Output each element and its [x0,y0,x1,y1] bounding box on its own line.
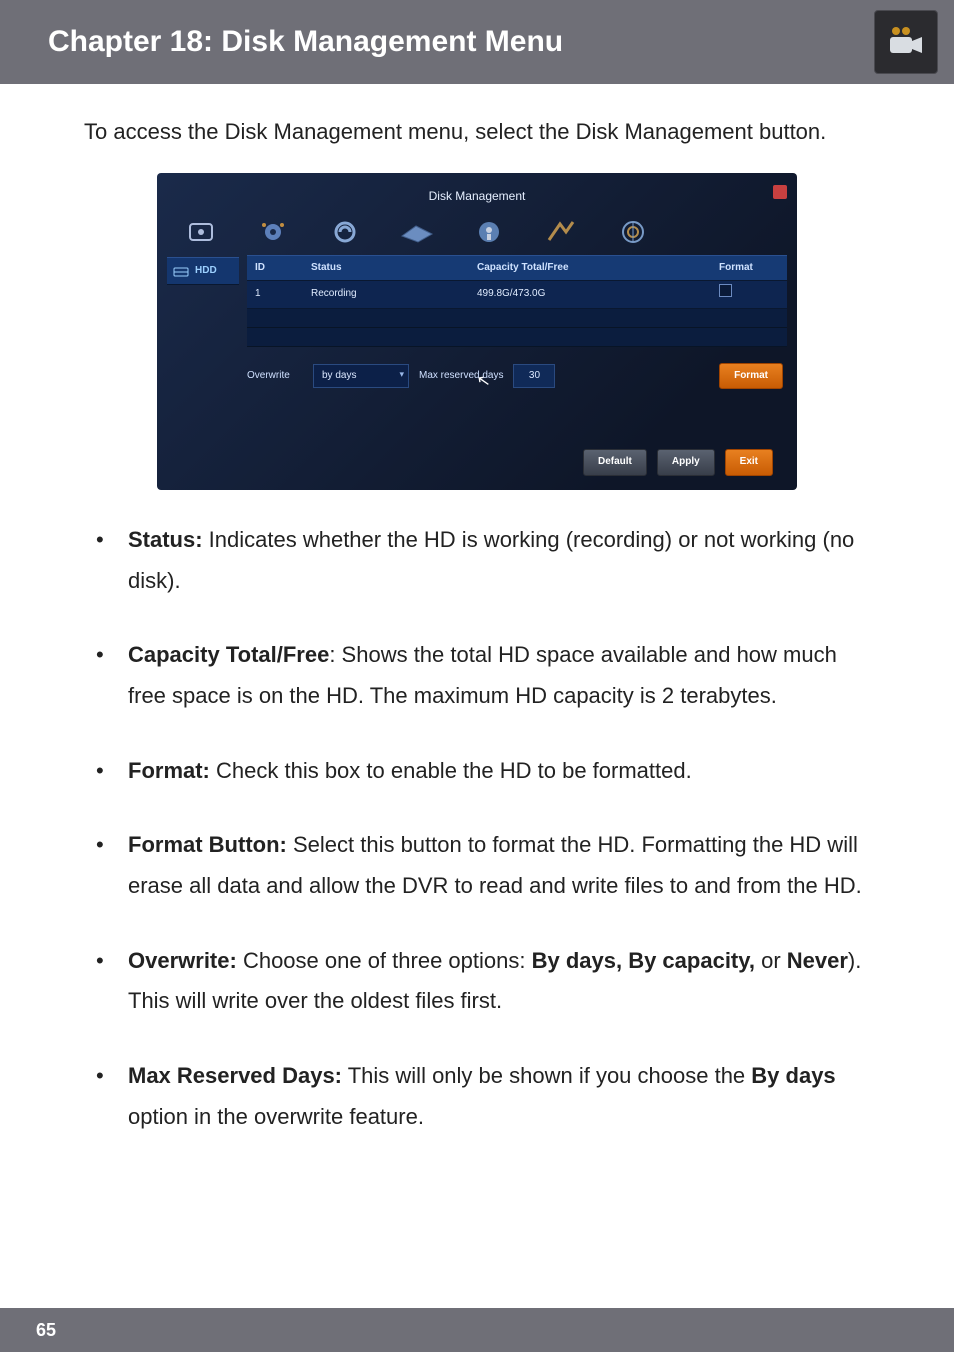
max-reserved-by-days: By days [751,1063,835,1088]
format-button[interactable]: Format [719,363,783,390]
overwrite-select[interactable]: by days [313,364,409,389]
settings-tab-row [157,215,797,255]
dialog-footer: Default Apply Exit [247,439,787,476]
tab-users-icon[interactable] [615,219,651,245]
default-button[interactable]: Default [583,449,647,476]
col-capacity: Capacity Total/Free [469,255,711,281]
col-id: ID [247,255,303,281]
overwrite-label: Overwrite [247,367,303,386]
exit-button[interactable]: Exit [725,449,773,476]
capacity-label: Capacity Total/Free [128,642,329,667]
close-icon[interactable] [773,185,787,199]
checkbox-icon[interactable] [719,284,732,297]
overwrite-never: Never [787,948,848,973]
table-header-row: ID Status Capacity Total/Free Format [247,255,787,281]
list-item-capacity: Capacity Total/Free: Shows the total HD … [84,635,870,716]
hdd-table: ID Status Capacity Total/Free Format 1 R… [247,255,787,347]
overwrite-row: Overwrite by days Max reserved days 30 F… [247,361,787,392]
disk-management-screenshot: Disk Management [157,173,797,490]
sidebar-item-hdd[interactable]: HDD [167,257,239,286]
max-reserved-text-a: This will only be shown if you choose th… [342,1063,751,1088]
list-item-status: Status: Indicates whether the HD is work… [84,520,870,601]
window-title-text: Disk Management [429,189,526,203]
cell-format-checkbox[interactable] [711,281,787,309]
chapter-header: Chapter 18: Disk Management Menu [0,0,954,84]
cell-status: Recording [303,281,469,309]
tab-network-icon[interactable] [543,219,579,245]
list-item-overwrite: Overwrite: Choose one of three options: … [84,941,870,1022]
list-item-format-button: Format Button: Select this button to for… [84,825,870,906]
tab-alarm-icon[interactable] [471,219,507,245]
apply-button[interactable]: Apply [657,449,715,476]
max-reserved-text-b: option in the overwrite feature. [128,1104,424,1129]
footer-bar: 65 [0,1308,954,1352]
body-content: To access the Disk Management menu, sele… [0,84,954,1137]
document-page: Chapter 18: Disk Management Menu To acce… [0,0,954,1352]
overwrite-text-a: Choose one of three options: [237,948,532,973]
list-item-format: Format: Check this box to enable the HD … [84,751,870,792]
col-status: Status [303,255,469,281]
format-button-label: Format Button: [128,832,287,857]
cell-id: 1 [247,281,303,309]
sidebar-hdd-label: HDD [195,262,217,281]
max-reserved-input[interactable]: 30 [513,364,555,389]
cell-capacity: 499.8G/473.0G [469,281,711,309]
overwrite-options: By days, By capacity, [532,948,755,973]
feature-list: Status: Indicates whether the HD is work… [84,520,870,1138]
status-text: Indicates whether the HD is working (rec… [128,527,854,593]
tab-record-icon[interactable] [327,219,363,245]
window-title-bar: Disk Management [157,183,797,215]
table-row-empty [247,327,787,346]
format-label: Format: [128,758,210,783]
status-label: Status: [128,527,203,552]
overwrite-select-value: by days [322,370,356,381]
camera-icon [874,10,938,74]
hdd-icon [173,265,189,277]
page-number: 65 [36,1320,56,1341]
table-row: 1 Recording 499.8G/473.0G [247,281,787,309]
list-item-max-reserved: Max Reserved Days: This will only be sho… [84,1056,870,1137]
tab-live-icon[interactable] [255,219,291,245]
tab-schedule-icon[interactable] [399,219,435,245]
tab-basic-icon[interactable] [183,219,219,245]
format-text: Check this box to enable the HD to be fo… [210,758,692,783]
intro-paragraph: To access the Disk Management menu, sele… [84,112,870,153]
sidebar: HDD [167,255,239,476]
chapter-title: Chapter 18: Disk Management Menu [48,25,563,59]
overwrite-text-b: or [755,948,787,973]
main-panel: ID Status Capacity Total/Free Format 1 R… [247,255,787,476]
table-row-empty [247,308,787,327]
overwrite-label-text: Overwrite: [128,948,237,973]
max-reserved-label-text: Max Reserved Days: [128,1063,342,1088]
col-format: Format [711,255,787,281]
